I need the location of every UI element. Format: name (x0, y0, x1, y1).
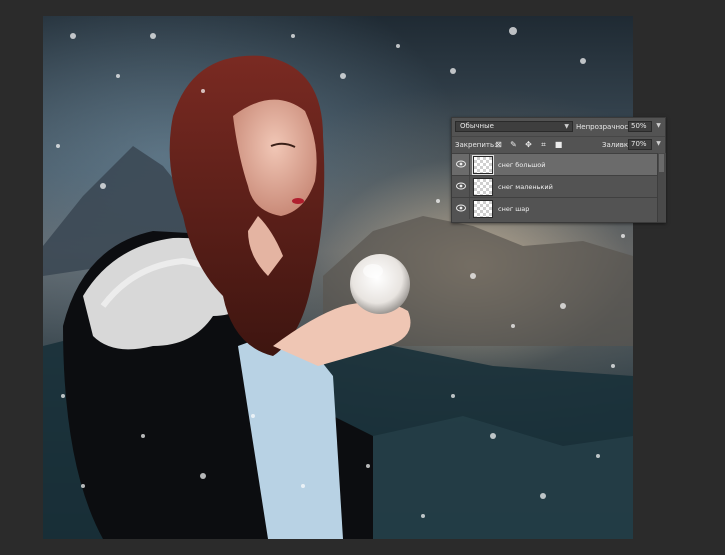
fill-slider-toggle-icon[interactable]: ▼ (654, 139, 663, 150)
layers-scrollbar[interactable] (657, 153, 666, 222)
eye-icon[interactable] (456, 160, 466, 168)
document-canvas[interactable] (43, 16, 633, 539)
layer-row[interactable]: снег большой (452, 153, 657, 175)
blend-mode-select[interactable]: Обычные ▼ (455, 121, 573, 132)
lock-transparent-icon[interactable]: ⊠ (494, 140, 503, 149)
artwork-image (43, 27, 633, 539)
layer-name: снег большой (498, 161, 546, 169)
scrollbar-thumb[interactable] (659, 154, 664, 172)
opacity-input[interactable]: 50% (628, 121, 652, 132)
layer-name: снег шар (498, 205, 530, 213)
lock-fill-row: Закрепить: ⊠ ✎ ✥ ⌗ ■ Заливка: 70% ▼ (452, 136, 665, 153)
layer-thumbnail (472, 155, 494, 175)
layer-thumbnail (473, 200, 493, 218)
fill-input[interactable]: 70% (628, 139, 652, 150)
layer-name: снег маленький (498, 183, 553, 191)
lock-artboard-icon[interactable]: ⌗ (539, 140, 548, 149)
layer-thumbnail (473, 178, 493, 196)
eye-icon[interactable] (456, 204, 466, 212)
blend-opacity-row: Обычные ▼ Непрозрачность: 50% ▼ (452, 118, 665, 135)
opacity-slider-toggle-icon[interactable]: ▼ (654, 121, 663, 132)
lock-label: Закрепить: (455, 141, 497, 149)
lock-all-icon[interactable]: ■ (554, 140, 563, 149)
chevron-down-icon: ▼ (564, 123, 569, 130)
layers-panel: Обычные ▼ Непрозрачность: 50% ▼ Закрепит… (451, 117, 666, 223)
blend-mode-value: Обычные (460, 122, 494, 130)
lock-move-icon[interactable]: ✥ (524, 140, 533, 149)
eye-icon[interactable] (456, 182, 466, 190)
layer-row[interactable]: снег шар (452, 197, 657, 219)
lock-paint-icon[interactable]: ✎ (509, 140, 518, 149)
layer-row[interactable]: снег маленький (452, 175, 657, 197)
